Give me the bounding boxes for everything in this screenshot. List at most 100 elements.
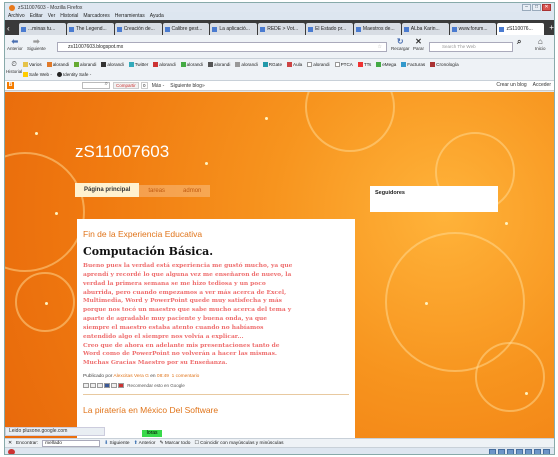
blogger-navbar: B Compartir 0 Más - Siguiente blog» Crea… xyxy=(5,81,554,91)
pinterest-share-icon[interactable] xyxy=(111,383,117,389)
addon-icon[interactable] xyxy=(8,449,15,454)
menu-ver[interactable]: Ver xyxy=(48,13,56,19)
bookmark-item[interactable]: Varios xyxy=(23,62,42,68)
status-addon-icon[interactable] xyxy=(525,449,532,454)
menu-ayuda[interactable]: Ayuda xyxy=(150,13,164,19)
find-close-icon[interactable]: ✕ xyxy=(8,441,12,446)
bookmark-icon xyxy=(180,62,186,68)
bookmarks-row-2: Safe Web - Identity Safe - xyxy=(23,72,91,78)
menu-historial[interactable]: Historial xyxy=(60,13,78,19)
tab[interactable]: El Estado pr... xyxy=(306,23,353,35)
bookmark-item[interactable]: eMega xyxy=(376,62,396,68)
next-blog-link[interactable]: Siguiente blog» xyxy=(170,83,204,89)
blog-share-icon[interactable] xyxy=(90,383,96,389)
bookmark-item[interactable]: PTCA xyxy=(334,62,353,68)
bookmark-item[interactable]: alorandi xyxy=(153,62,176,68)
bookmark-icon xyxy=(46,62,52,68)
status-icons xyxy=(489,449,550,454)
forward-button[interactable]: ➡ Siguiente xyxy=(27,37,46,51)
bookmark-item[interactable]: alorandi xyxy=(46,62,69,68)
sign-in-link[interactable]: Acceder xyxy=(533,82,551,88)
status-addon-icon[interactable] xyxy=(498,449,505,454)
create-blog-link[interactable]: Crear un blog xyxy=(496,82,526,88)
bookmark-item[interactable]: alorandi xyxy=(208,62,230,68)
tab[interactable]: The Legend... xyxy=(66,23,114,35)
twitter-share-icon[interactable] xyxy=(97,383,103,389)
status-addon-icon[interactable] xyxy=(516,449,523,454)
bookmark-icon xyxy=(334,62,340,68)
new-tab-icon[interactable]: + xyxy=(549,23,554,32)
post-line: aprendí y recordé lo que alguna vez me e… xyxy=(83,270,292,278)
safe-web-button[interactable]: Safe Web - xyxy=(23,72,52,78)
comments-link[interactable]: 1 comentario xyxy=(172,374,200,379)
post-line: verdad la primera semana se me hizo tedi… xyxy=(83,279,266,287)
tab-scroll-left-icon[interactable]: ‹ xyxy=(7,24,10,33)
blogger-logo-icon[interactable]: B xyxy=(7,82,14,89)
url-bar[interactable]: zs11007603.blogspot.mx ☆ xyxy=(57,42,387,52)
menu-herramientas[interactable]: Herramientas xyxy=(115,13,145,19)
status-addon-icon[interactable] xyxy=(543,449,550,454)
bookmark-item[interactable]: alorandi xyxy=(180,62,203,68)
bookmark-icon xyxy=(430,62,436,68)
bookmark-item[interactable]: Aula xyxy=(287,62,302,68)
tab-tareas[interactable]: tareas xyxy=(139,185,175,197)
tab[interactable]: La aplicació... xyxy=(210,23,258,35)
search-input[interactable]: Search The Web xyxy=(429,42,513,52)
tab[interactable]: Creación de... xyxy=(114,23,162,35)
tab[interactable]: ALba Karin... xyxy=(401,23,449,35)
post2-title[interactable]: La piratería en México Del Software xyxy=(83,405,349,415)
more-button[interactable]: Más - xyxy=(152,83,165,89)
tab[interactable]: www.forum... xyxy=(449,23,497,35)
bookmark-item[interactable]: Facturas xyxy=(401,62,425,68)
maximize-button[interactable]: □ xyxy=(532,4,541,11)
bookmark-item[interactable]: alorandi xyxy=(307,62,330,68)
back-button[interactable]: ⬅ Anterior xyxy=(7,37,23,51)
bookmark-item[interactable]: Twitter xyxy=(128,62,148,68)
menu-marcadores[interactable]: Marcadores xyxy=(83,13,109,19)
find-next-button[interactable]: ⬇ Siguiente xyxy=(104,441,129,446)
bookmark-item[interactable]: TTs xyxy=(357,62,371,68)
bookmark-item[interactable]: alorandi xyxy=(235,62,258,68)
stop-button[interactable]: ✕ Parar xyxy=(413,37,424,51)
post-title[interactable]: Computación Básica. xyxy=(83,245,349,258)
menu-archivo[interactable]: Archivo xyxy=(8,13,25,19)
tab[interactable]: REDE > Vot... xyxy=(258,23,306,35)
bookmark-star-icon[interactable]: ☆ xyxy=(378,43,382,51)
identity-safe-button[interactable]: Identity Safe - xyxy=(56,72,91,78)
post-footer: Publicado por Alexcitas Vera G en 08:49 … xyxy=(83,374,200,380)
bookmark-item[interactable]: RGate xyxy=(262,62,282,68)
bookmark-item[interactable]: alorandi xyxy=(74,62,96,68)
post-time-link[interactable]: 08:49 xyxy=(157,374,169,379)
gplus-share-icon[interactable] xyxy=(118,383,124,389)
facebook-share-icon[interactable] xyxy=(104,383,110,389)
status-addon-icon[interactable] xyxy=(507,449,514,454)
tab-favicon-icon xyxy=(164,26,170,32)
close-window-button[interactable]: ✕ xyxy=(542,4,551,11)
highlight-all-button[interactable]: ✎ Marcar todo xyxy=(159,441,190,446)
bookmark-item[interactable]: alorandi xyxy=(101,62,124,68)
tab-active[interactable]: zS110076... xyxy=(497,23,545,35)
find-input[interactable]: mellado xyxy=(42,439,101,447)
tab-favicon-icon xyxy=(499,26,505,32)
home-button[interactable]: ⌂ Inicio xyxy=(535,37,546,51)
menu-editar[interactable]: Editar xyxy=(30,13,43,19)
status-addon-icon[interactable] xyxy=(489,449,496,454)
minimize-button[interactable]: – xyxy=(522,4,531,11)
blog-search-input[interactable] xyxy=(82,81,110,89)
tab[interactable]: ...minas tu... xyxy=(19,23,66,35)
share-button[interactable]: Compartir xyxy=(113,82,139,89)
bookmark-item[interactable]: Cronología xyxy=(430,62,459,68)
search-go-button[interactable]: ⌕ xyxy=(517,37,521,46)
tab[interactable]: Calibre gest... xyxy=(162,23,210,35)
blog-title[interactable]: zS11007603 xyxy=(75,142,169,162)
find-prev-button[interactable]: ⬆ Anterior xyxy=(134,441,156,446)
tab-admon[interactable]: admon xyxy=(174,185,211,197)
tab-pagina-principal[interactable]: Página principal xyxy=(75,183,140,197)
reload-button[interactable]: ↻ Recargar xyxy=(391,37,410,51)
history-button[interactable]: ⏲ Historial xyxy=(6,61,22,74)
status-addon-icon[interactable] xyxy=(534,449,541,454)
author-link[interactable]: Alexcitas Vera G xyxy=(113,374,148,379)
email-share-icon[interactable] xyxy=(83,383,89,389)
match-case-checkbox[interactable]: ☐ Coincidir con mayúsculas y minúsculas xyxy=(194,441,283,446)
tab[interactable]: Maestros de... xyxy=(353,23,401,35)
